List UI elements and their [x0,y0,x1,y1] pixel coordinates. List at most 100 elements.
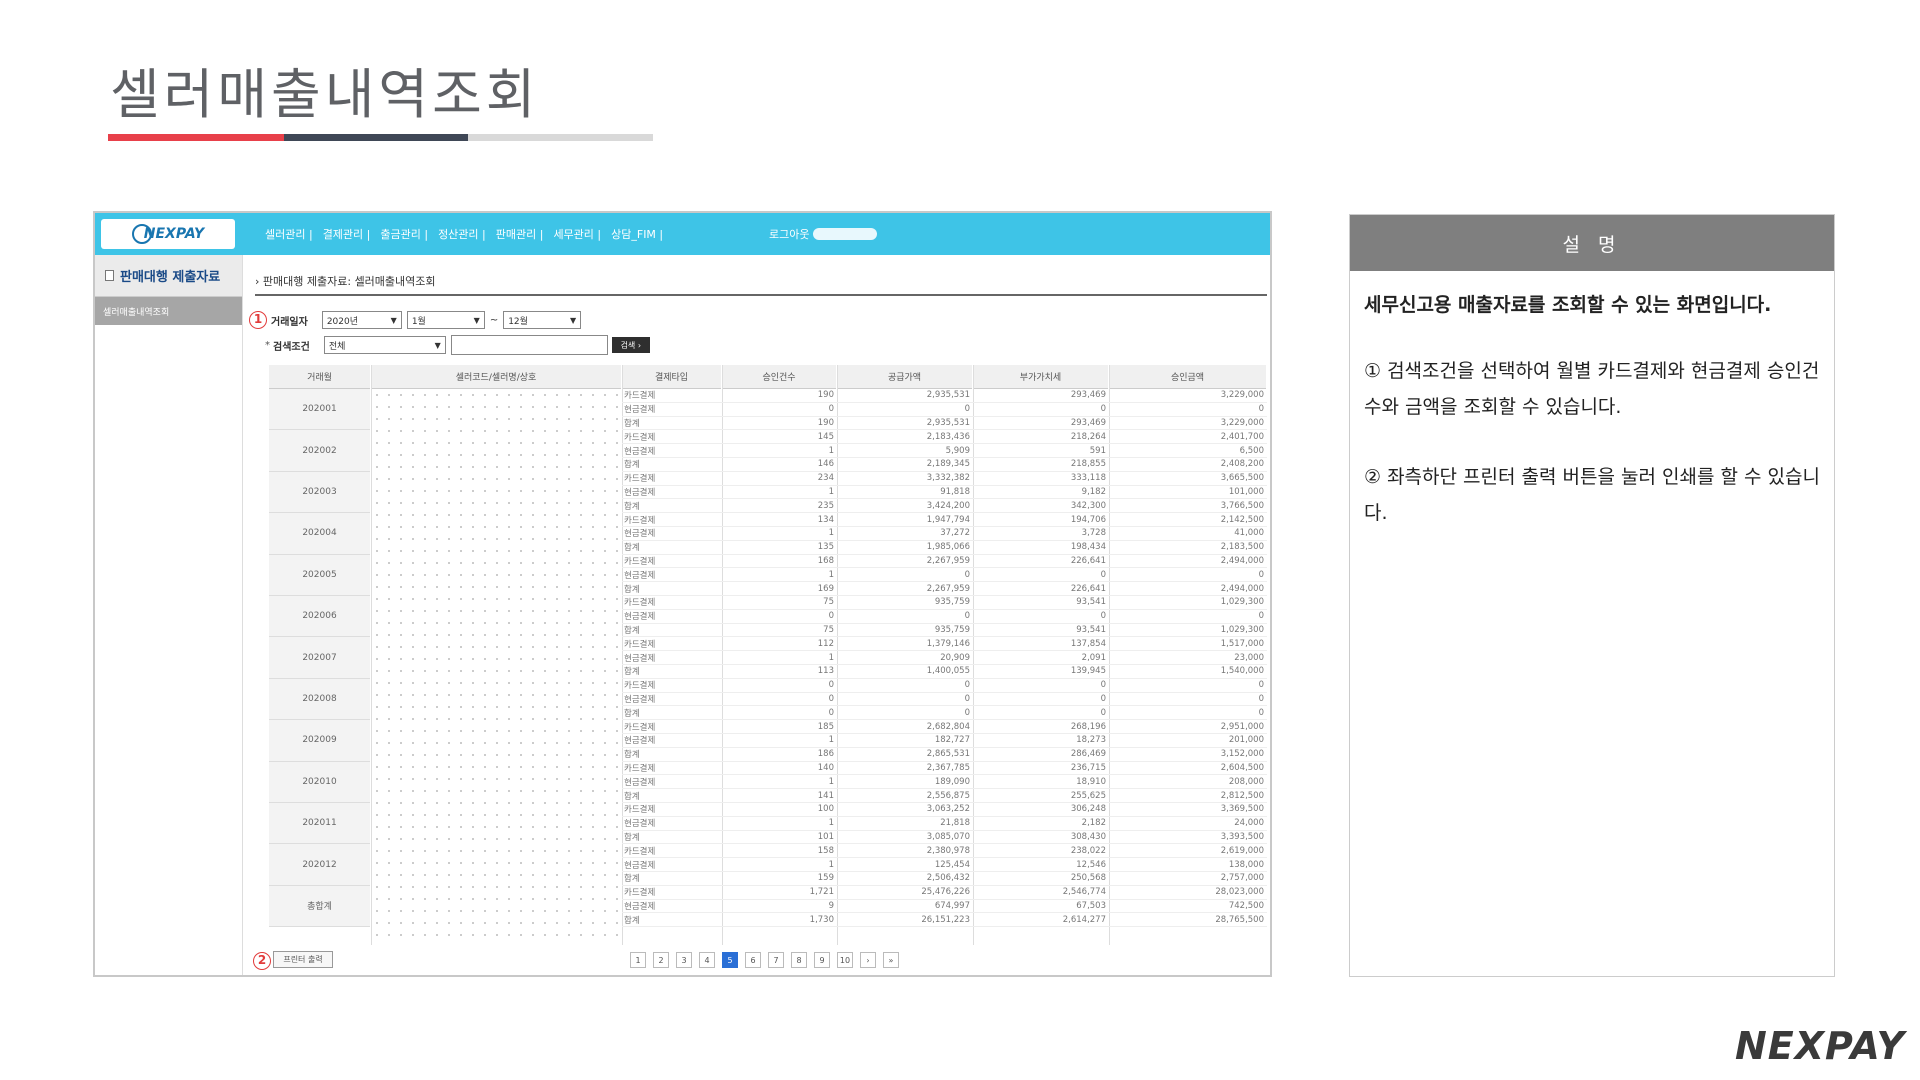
page-button[interactable]: 9 [814,952,830,968]
table-cell: 194,706 [1070,514,1106,525]
table-row: 현금결제 1 20,909 2,091 23,000 [622,651,1267,665]
search-button[interactable]: 검색 › [611,337,650,353]
table-cell: 238,022 [1070,845,1106,856]
table-cell: 카드결제 [624,432,656,443]
table-cell: 합계 [624,418,640,429]
table-cell: 93,541 [1076,597,1106,608]
table-cell: 합계 [624,501,640,512]
table-cell: 0 [964,693,970,704]
sidebar-heading[interactable]: 판매대행 제출자료 [95,255,242,297]
table-cell: 9,182 [1081,486,1106,497]
table-cell: 75 [823,624,834,635]
table-cell: 306,248 [1070,804,1106,815]
table-cell: 342,300 [1070,500,1106,511]
table-cell: 0 [1258,707,1264,718]
table-row: 현금결제 1 5,909 591 6,500 [622,444,1267,458]
table-cell: 0 [828,404,834,415]
search-input[interactable] [450,335,608,355]
column-header: 승인건수 [722,365,836,389]
table-cell: 합계 [624,460,640,471]
table-cell: 2,183,436 [926,431,970,442]
table-cell: 0 [828,680,834,691]
page-button[interactable]: 7 [768,952,784,968]
menu-item-1[interactable]: 결제관리 | [323,226,371,242]
table-row: 합계 75 935,759 93,541 1,029,300 [622,624,1267,638]
menu-item-2[interactable]: 출금관리 | [380,226,428,242]
table-cell: 226,641 [1070,555,1106,566]
page-button[interactable]: 5 [722,952,738,968]
sidebar-item-seller-sales[interactable]: 셀러매출내역조회 [95,297,242,325]
table-cell: 41,000 [1234,528,1264,539]
menu-item-3[interactable]: 정산관리 | [438,226,486,242]
table-cell: 591 [1089,445,1106,456]
menu-item-5[interactable]: 세무관리 | [553,226,601,242]
table-cell: 201,000 [1228,735,1264,746]
table-row: 카드결제 234 3,332,382 333,118 3,665,500 [622,472,1267,486]
nexpay-logo[interactable]: NEXPAY [101,219,235,249]
table-cell: 742,500 [1228,900,1264,911]
month-from-select[interactable]: 1월 ▼ [406,311,485,329]
month-to-select[interactable]: 12월 ▼ [503,311,582,329]
page-button[interactable]: 10 [837,952,853,968]
logout-link[interactable]: 로그아웃 [769,226,878,242]
month-cell: 202003 [269,471,370,514]
table-cell: 2,812,500 [1220,790,1264,801]
table-cell: 현금결제 [624,819,656,830]
table-cell: 935,759 [934,597,970,608]
table-cell: 182,727 [934,735,970,746]
period-filter-row: 1 거래일자 2020년 ▼ 1월 ▼ ~ 12월 ▼ [249,311,586,329]
page-button[interactable]: 2 [653,952,669,968]
table-cell: 5,909 [945,445,970,456]
table-cell: 189,090 [934,776,970,787]
table-cell: 0 [1258,680,1264,691]
month-cell: 202002 [269,430,370,472]
table-cell: 37,272 [940,528,970,539]
table-cell: 합계 [624,543,640,554]
table-cell: 3,665,500 [1220,473,1264,484]
document-icon [105,270,114,281]
menu-item-4[interactable]: 판매관리 | [496,226,544,242]
print-button[interactable]: 프린터 출력 [273,951,333,968]
page-button[interactable]: 3 [676,952,692,968]
table-cell: 합계 [624,667,640,678]
table-cell: 208,000 [1228,776,1264,787]
year-select[interactable]: 2020년 ▼ [321,311,402,329]
menu-item-6[interactable]: 상담_FIM | [611,226,663,242]
table-cell: 1 [828,486,834,497]
table-cell: 0 [1100,611,1106,622]
page-button[interactable]: 6 [745,952,761,968]
condition-label: 검색조건 [273,341,310,353]
table-cell: 1,721 [809,887,834,898]
table-cell: 현금결제 [624,612,656,623]
table-cell: 935,759 [934,624,970,635]
table-row: 현금결제 1 189,090 18,910 208,000 [622,775,1267,790]
condition-select[interactable]: 전체 ▼ [323,336,446,354]
table-cell: 168 [817,555,834,566]
table-cell: 1 [828,859,834,870]
table-cell: 293,469 [1070,390,1106,401]
table-cell: 1,400,055 [926,666,970,677]
last-page-button[interactable]: » [883,952,899,968]
table-cell: 0 [964,707,970,718]
table-cell: 24,000 [1234,818,1264,829]
page-button[interactable]: 4 [699,952,715,968]
top-navigation: NEXPAY 셀러관리 | 결제관리 | 출금관리 | 정산관리 | 판매관리 | 세무관… [95,213,1270,255]
table-cell: 12,546 [1076,859,1106,870]
table-cell: 23,000 [1234,652,1264,663]
next-page-button[interactable]: › [860,952,876,968]
page-button[interactable]: 8 [791,952,807,968]
page-button[interactable]: 1 [630,952,646,968]
table-cell: 0 [964,680,970,691]
table-cell: 2,367,785 [926,762,970,773]
table-cell: 3,063,252 [926,804,970,815]
table-cell: 합계 [624,708,640,719]
table-cell: 0 [964,404,970,415]
menu-item-0[interactable]: 셀러관리 | [265,226,313,242]
table-cell: 134 [817,514,834,525]
table-cell: 카드결제 [624,888,656,899]
table-row: 현금결제 1 182,727 18,273 201,000 [622,734,1267,748]
table-cell: 198,434 [1070,542,1106,553]
table-cell: 0 [1258,693,1264,704]
table-cell: 21,818 [940,818,970,829]
table-cell: 3,152,000 [1220,749,1264,760]
